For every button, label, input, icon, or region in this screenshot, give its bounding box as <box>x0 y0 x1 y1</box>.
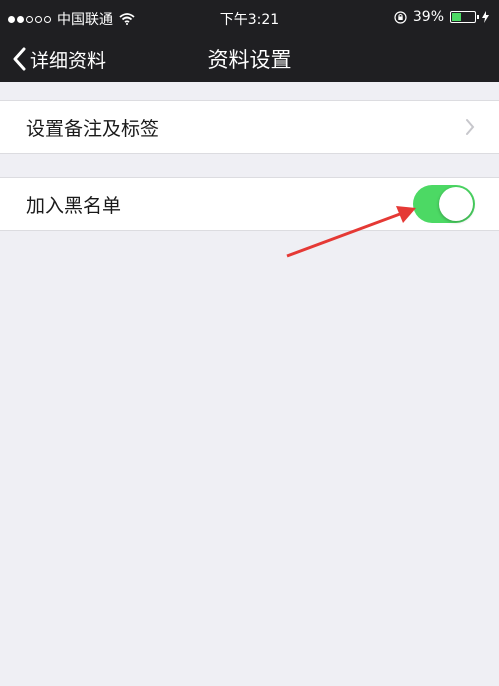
blacklist-toggle[interactable] <box>413 185 475 223</box>
battery-fill <box>452 13 461 21</box>
status-bar: 中国联通 下午3:21 39% <box>0 0 499 36</box>
blacklist-label: 加入黑名单 <box>26 194 122 217</box>
charging-icon <box>482 11 489 23</box>
navigation-bar: 详细资料 资料设置 <box>0 36 499 82</box>
toggle-knob <box>439 187 473 221</box>
remark-tags-label: 设置备注及标签 <box>26 117 160 140</box>
remark-tags-row[interactable]: 设置备注及标签 <box>0 101 499 153</box>
blacklist-group: 加入黑名单 <box>0 177 499 231</box>
battery-icon <box>450 11 479 23</box>
battery-percent: 39% <box>412 9 444 25</box>
page-title: 资料设置 <box>207 48 292 72</box>
rotation-lock-icon <box>394 10 407 24</box>
remark-group: 设置备注及标签 <box>0 100 499 154</box>
chevron-right-icon <box>466 119 475 135</box>
blacklist-row: 加入黑名单 <box>0 178 499 230</box>
status-right: 39% <box>394 9 489 25</box>
